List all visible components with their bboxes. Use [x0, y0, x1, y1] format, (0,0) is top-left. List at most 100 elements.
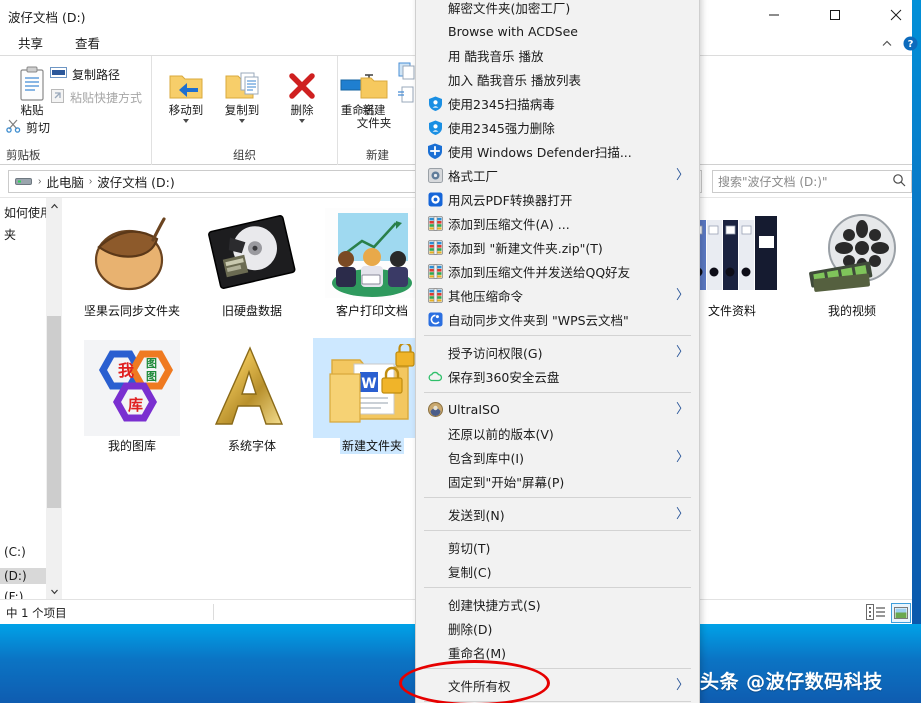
delete-dropdown-arrow[interactable]: [299, 119, 305, 123]
breadcrumb-this-pc[interactable]: 此电脑: [43, 172, 87, 191]
context-menu-item-12[interactable]: 其他压缩命令 〉: [416, 283, 699, 307]
context-menu[interactable]: 解密文件夹(加密工厂) Browse with ACDSee 用 酷我音乐 播放 加入…: [415, 0, 700, 703]
file-item-6[interactable]: 系统字体: [193, 338, 311, 454]
context-menu-item-21[interactable]: 剪切(T): [416, 535, 699, 559]
chevron-up-icon[interactable]: [881, 38, 893, 50]
context-menu-item-label: 创建快捷方式(S): [448, 597, 541, 613]
context-menu-item-1[interactable]: Browse with ACDSee: [416, 19, 699, 43]
nav-item-drive-d[interactable]: (D:): [0, 568, 46, 584]
acorn-icon: [73, 203, 191, 303]
large-icons-view-icon[interactable]: [891, 603, 911, 623]
cut-button[interactable]: 剪切: [6, 118, 50, 136]
file-item-5[interactable]: 我 图 图 库 我的图库: [73, 338, 191, 454]
context-menu-item-14[interactable]: 授予访问权限(G) 〉: [416, 340, 699, 364]
context-menu-item-16[interactable]: UltraISO 〉: [416, 397, 699, 421]
move-to-dropdown-arrow[interactable]: [183, 119, 189, 123]
menu-item-no-icon: [424, 674, 446, 696]
context-menu-item-25[interactable]: 重命名(M): [416, 640, 699, 664]
submenu-chevron-right-icon[interactable]: 〉: [676, 345, 689, 359]
this-pc-icon: [15, 175, 32, 188]
hard-disk-icon: [193, 203, 311, 303]
context-menu-item-6[interactable]: 使用 Windows Defender扫描...: [416, 139, 699, 163]
copy-to-button[interactable]: 复制到: [214, 62, 270, 123]
context-menu-item-17[interactable]: 还原以前的版本(V): [416, 421, 699, 445]
context-menu-item-8[interactable]: 用风云PDF转换器打开: [416, 187, 699, 211]
context-menu-item-18[interactable]: 包含到库中(I) 〉: [416, 445, 699, 469]
context-menu-item-7[interactable]: 格式工厂 〉: [416, 163, 699, 187]
search-input[interactable]: 搜索"波仔文档 (D:)": [712, 170, 912, 193]
context-menu-item-label: 删除(D): [448, 621, 493, 637]
winrar-icon: [424, 260, 446, 282]
paste-shortcut-button[interactable]: 粘贴快捷方式: [50, 88, 142, 107]
copy-path-icon: [50, 65, 67, 83]
submenu-chevron-right-icon[interactable]: 〉: [676, 288, 689, 302]
menu-item-no-icon: [424, 422, 446, 444]
copy-to-dropdown-arrow[interactable]: [239, 119, 245, 123]
minimize-button[interactable]: [751, 0, 797, 30]
submenu-chevron-right-icon[interactable]: 〉: [676, 402, 689, 416]
file-name-4: 我的视频: [827, 304, 876, 318]
context-menu-item-label: 文件所有权: [448, 678, 511, 694]
nav-item-0[interactable]: 如何使用: [4, 204, 46, 221]
menu-item-no-icon: [424, 593, 446, 615]
status-item-count: 中 1 个项目: [6, 606, 67, 620]
file-item-0[interactable]: 坚果云同步文件夹: [73, 203, 191, 319]
context-menu-item-2[interactable]: 用 酷我音乐 播放: [416, 43, 699, 67]
nav-item-1[interactable]: 夹: [4, 226, 16, 243]
details-view-icon[interactable]: [866, 604, 886, 622]
context-menu-item-label: 还原以前的版本(V): [448, 426, 554, 442]
context-menu-item-label: UltraISO: [448, 401, 500, 417]
shield-2345-icon: [424, 116, 446, 138]
close-button[interactable]: [873, 0, 919, 30]
context-menu-item-3[interactable]: 加入 酷我音乐 播放列表: [416, 67, 699, 91]
delete-button[interactable]: 删除: [274, 62, 330, 123]
file-item-2[interactable]: 客户打印文档: [313, 203, 431, 319]
submenu-chevron-right-icon[interactable]: 〉: [676, 450, 689, 464]
context-menu-separator: [424, 530, 691, 531]
menu-item-no-icon: [424, 536, 446, 558]
context-menu-item-26[interactable]: 文件所有权 〉: [416, 673, 699, 697]
copy-path-button[interactable]: 复制路径: [50, 65, 120, 83]
breadcrumb-separator-0: ›: [38, 176, 42, 187]
paste-shortcut-label: 粘贴快捷方式: [70, 91, 143, 105]
file-name-5: 我的图库: [107, 439, 156, 453]
chevron-up-icon[interactable]: [46, 198, 62, 215]
context-menu-item-22[interactable]: 复制(C): [416, 559, 699, 583]
file-item-4[interactable]: 我的视频: [793, 203, 911, 319]
maximize-button[interactable]: [812, 0, 858, 30]
chevron-down-icon[interactable]: [46, 583, 62, 600]
tab-share[interactable]: 共享: [18, 33, 43, 55]
context-menu-item-19[interactable]: 固定到"开始"屏幕(P): [416, 469, 699, 493]
file-item-1[interactable]: 旧硬盘数据: [193, 203, 311, 319]
navigation-pane-scrollbar[interactable]: [46, 198, 62, 600]
context-menu-item-0[interactable]: 解密文件夹(加密工厂): [416, 0, 699, 19]
context-menu-item-11[interactable]: 添加到压缩文件并发送给QQ好友: [416, 259, 699, 283]
submenu-chevron-right-icon[interactable]: 〉: [676, 678, 689, 692]
search-placeholder: 搜索"波仔文档 (D:)": [718, 175, 828, 189]
submenu-chevron-right-icon[interactable]: 〉: [676, 507, 689, 521]
watermark-text: 头条 @波仔数码科技: [700, 671, 883, 693]
nav-item-drive-c[interactable]: (C:): [4, 545, 26, 559]
new-folder-button[interactable]: 新建 文件夹: [346, 62, 402, 130]
breadcrumb-current-drive[interactable]: 波仔文档 (D:): [94, 172, 178, 191]
context-menu-item-20[interactable]: 发送到(N) 〉: [416, 502, 699, 526]
move-to-button[interactable]: 移动到: [158, 62, 214, 123]
help-icon[interactable]: ?: [903, 36, 918, 54]
move-to-icon: [158, 62, 214, 102]
context-menu-item-label: 其他压缩命令: [448, 288, 524, 304]
context-menu-item-23[interactable]: 创建快捷方式(S): [416, 592, 699, 616]
scrollbar-thumb[interactable]: [47, 316, 61, 508]
svg-text:图: 图: [146, 370, 157, 383]
context-menu-item-10[interactable]: 添加到 "新建文件夹.zip"(T): [416, 235, 699, 259]
submenu-chevron-right-icon[interactable]: 〉: [676, 168, 689, 182]
context-menu-item-4[interactable]: 使用2345扫描病毒: [416, 91, 699, 115]
context-menu-item-24[interactable]: 删除(D): [416, 616, 699, 640]
tab-view[interactable]: 查看: [75, 33, 100, 55]
context-menu-item-9[interactable]: 添加到压缩文件(A) ...: [416, 211, 699, 235]
context-menu-item-15[interactable]: 保存到360安全云盘: [416, 364, 699, 388]
context-menu-item-5[interactable]: 使用2345强力删除: [416, 115, 699, 139]
file-name-6: 系统字体: [227, 439, 276, 453]
context-menu-item-13[interactable]: 自动同步文件夹到 "WPS云文档": [416, 307, 699, 331]
search-icon[interactable]: [892, 173, 906, 190]
file-item-7[interactable]: W 新建文件夹: [313, 338, 431, 454]
